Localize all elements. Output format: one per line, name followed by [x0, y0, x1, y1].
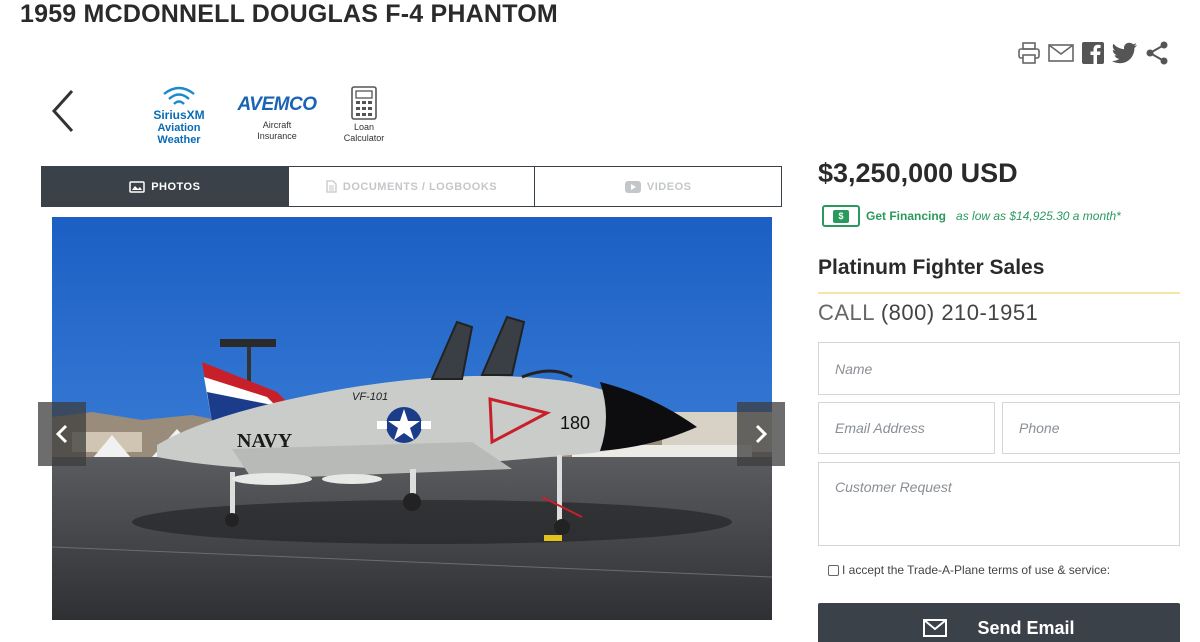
- avemco-logo: AVEMCO: [237, 94, 317, 115]
- envelope-icon: [923, 619, 948, 637]
- printer-icon[interactable]: [1016, 40, 1042, 66]
- terms-checkbox[interactable]: [828, 564, 839, 576]
- loan-caption-1: Loan: [353, 122, 375, 132]
- terms-row: I accept the Trade-A-Plane terms of use …: [828, 563, 1110, 577]
- gallery-prev-button[interactable]: [38, 402, 86, 466]
- financing-estimate: as low as $14,925.30 a month*: [956, 209, 1121, 223]
- facebook-icon[interactable]: [1080, 40, 1106, 66]
- dealer-divider: [818, 292, 1180, 294]
- customer-request-field[interactable]: Customer Request: [818, 462, 1180, 546]
- name-field[interactable]: Name: [818, 342, 1180, 395]
- financing-row: $ Get Financing as low as $14,925.30 a m…: [822, 205, 1121, 227]
- chevron-left-icon: [55, 424, 68, 444]
- call-label: CALL: [818, 300, 875, 325]
- signal-icon: [163, 86, 195, 105]
- share-toolbar: [1016, 40, 1170, 66]
- gallery-next-button[interactable]: [737, 402, 785, 466]
- email-field[interactable]: Email Address: [818, 402, 995, 454]
- twitter-icon[interactable]: [1112, 40, 1138, 66]
- service-marking: NAVY: [237, 430, 293, 452]
- tab-videos-label: VIDEOS: [646, 180, 692, 193]
- listing-price: $3,250,000 USD: [818, 158, 1018, 188]
- tab-videos[interactable]: VIDEOS: [534, 167, 782, 206]
- loan-caption-2: Calculator: [343, 133, 385, 143]
- phone-field[interactable]: Phone: [1002, 402, 1180, 454]
- calculator-icon: [351, 86, 377, 120]
- tab-documents-label: DOCUMENTS / LOGBOOKS: [342, 180, 498, 193]
- chevron-left-icon: [51, 89, 74, 133]
- chevron-right-icon: [755, 424, 768, 444]
- video-icon: [624, 180, 641, 193]
- send-email-button[interactable]: Send Email: [818, 603, 1180, 642]
- document-icon: [326, 180, 337, 193]
- tab-photos[interactable]: PHOTOS: [42, 167, 288, 206]
- send-email-label: Send Email: [977, 617, 1075, 638]
- loan-calculator-link[interactable]: Loan Calculator: [336, 86, 392, 144]
- phone-number: (800) 210-1951: [880, 300, 1039, 325]
- email-icon[interactable]: [1048, 40, 1074, 66]
- siriusxm-weather-link[interactable]: SiriusXM Aviation Weather: [140, 86, 218, 146]
- media-tabs: PHOTOS DOCUMENTS / LOGBOOKS VIDEOS: [41, 166, 782, 207]
- get-financing-link[interactable]: Get Financing: [866, 209, 946, 223]
- avemco-caption-1: Aircraft: [262, 120, 292, 130]
- dealer-name[interactable]: Platinum Fighter Sales: [818, 256, 1044, 280]
- share-icon[interactable]: [1144, 40, 1170, 66]
- money-icon: $: [822, 205, 860, 227]
- aircraft-photo[interactable]: VF-101 180 NAVY: [52, 217, 772, 620]
- terms-label: I accept the Trade-A-Plane terms of use …: [842, 563, 1111, 577]
- photo-icon: [129, 180, 145, 193]
- tab-photos-label: PHOTOS: [151, 180, 201, 193]
- squadron-marking: VF-101: [352, 391, 388, 403]
- dealer-phone[interactable]: CALL (800) 210-1951: [818, 300, 1038, 326]
- sirius-caption-1: Aviation: [157, 122, 201, 134]
- listing-title: 1959 MCDONNELL DOUGLAS F-4 PHANTOM: [20, 0, 558, 28]
- avemco-caption-2: Insurance: [257, 131, 297, 141]
- sirius-caption-2: Weather: [157, 134, 201, 146]
- tab-documents[interactable]: DOCUMENTS / LOGBOOKS: [287, 167, 535, 206]
- aircraft-number: 180: [560, 413, 590, 433]
- partner-links: SiriusXM Aviation Weather AVEMCO Aircraf…: [140, 86, 392, 146]
- siriusxm-logo: SiriusXM: [153, 108, 205, 122]
- back-button[interactable]: [48, 88, 78, 134]
- avemco-insurance-link[interactable]: AVEMCO Aircraft Insurance: [234, 86, 320, 142]
